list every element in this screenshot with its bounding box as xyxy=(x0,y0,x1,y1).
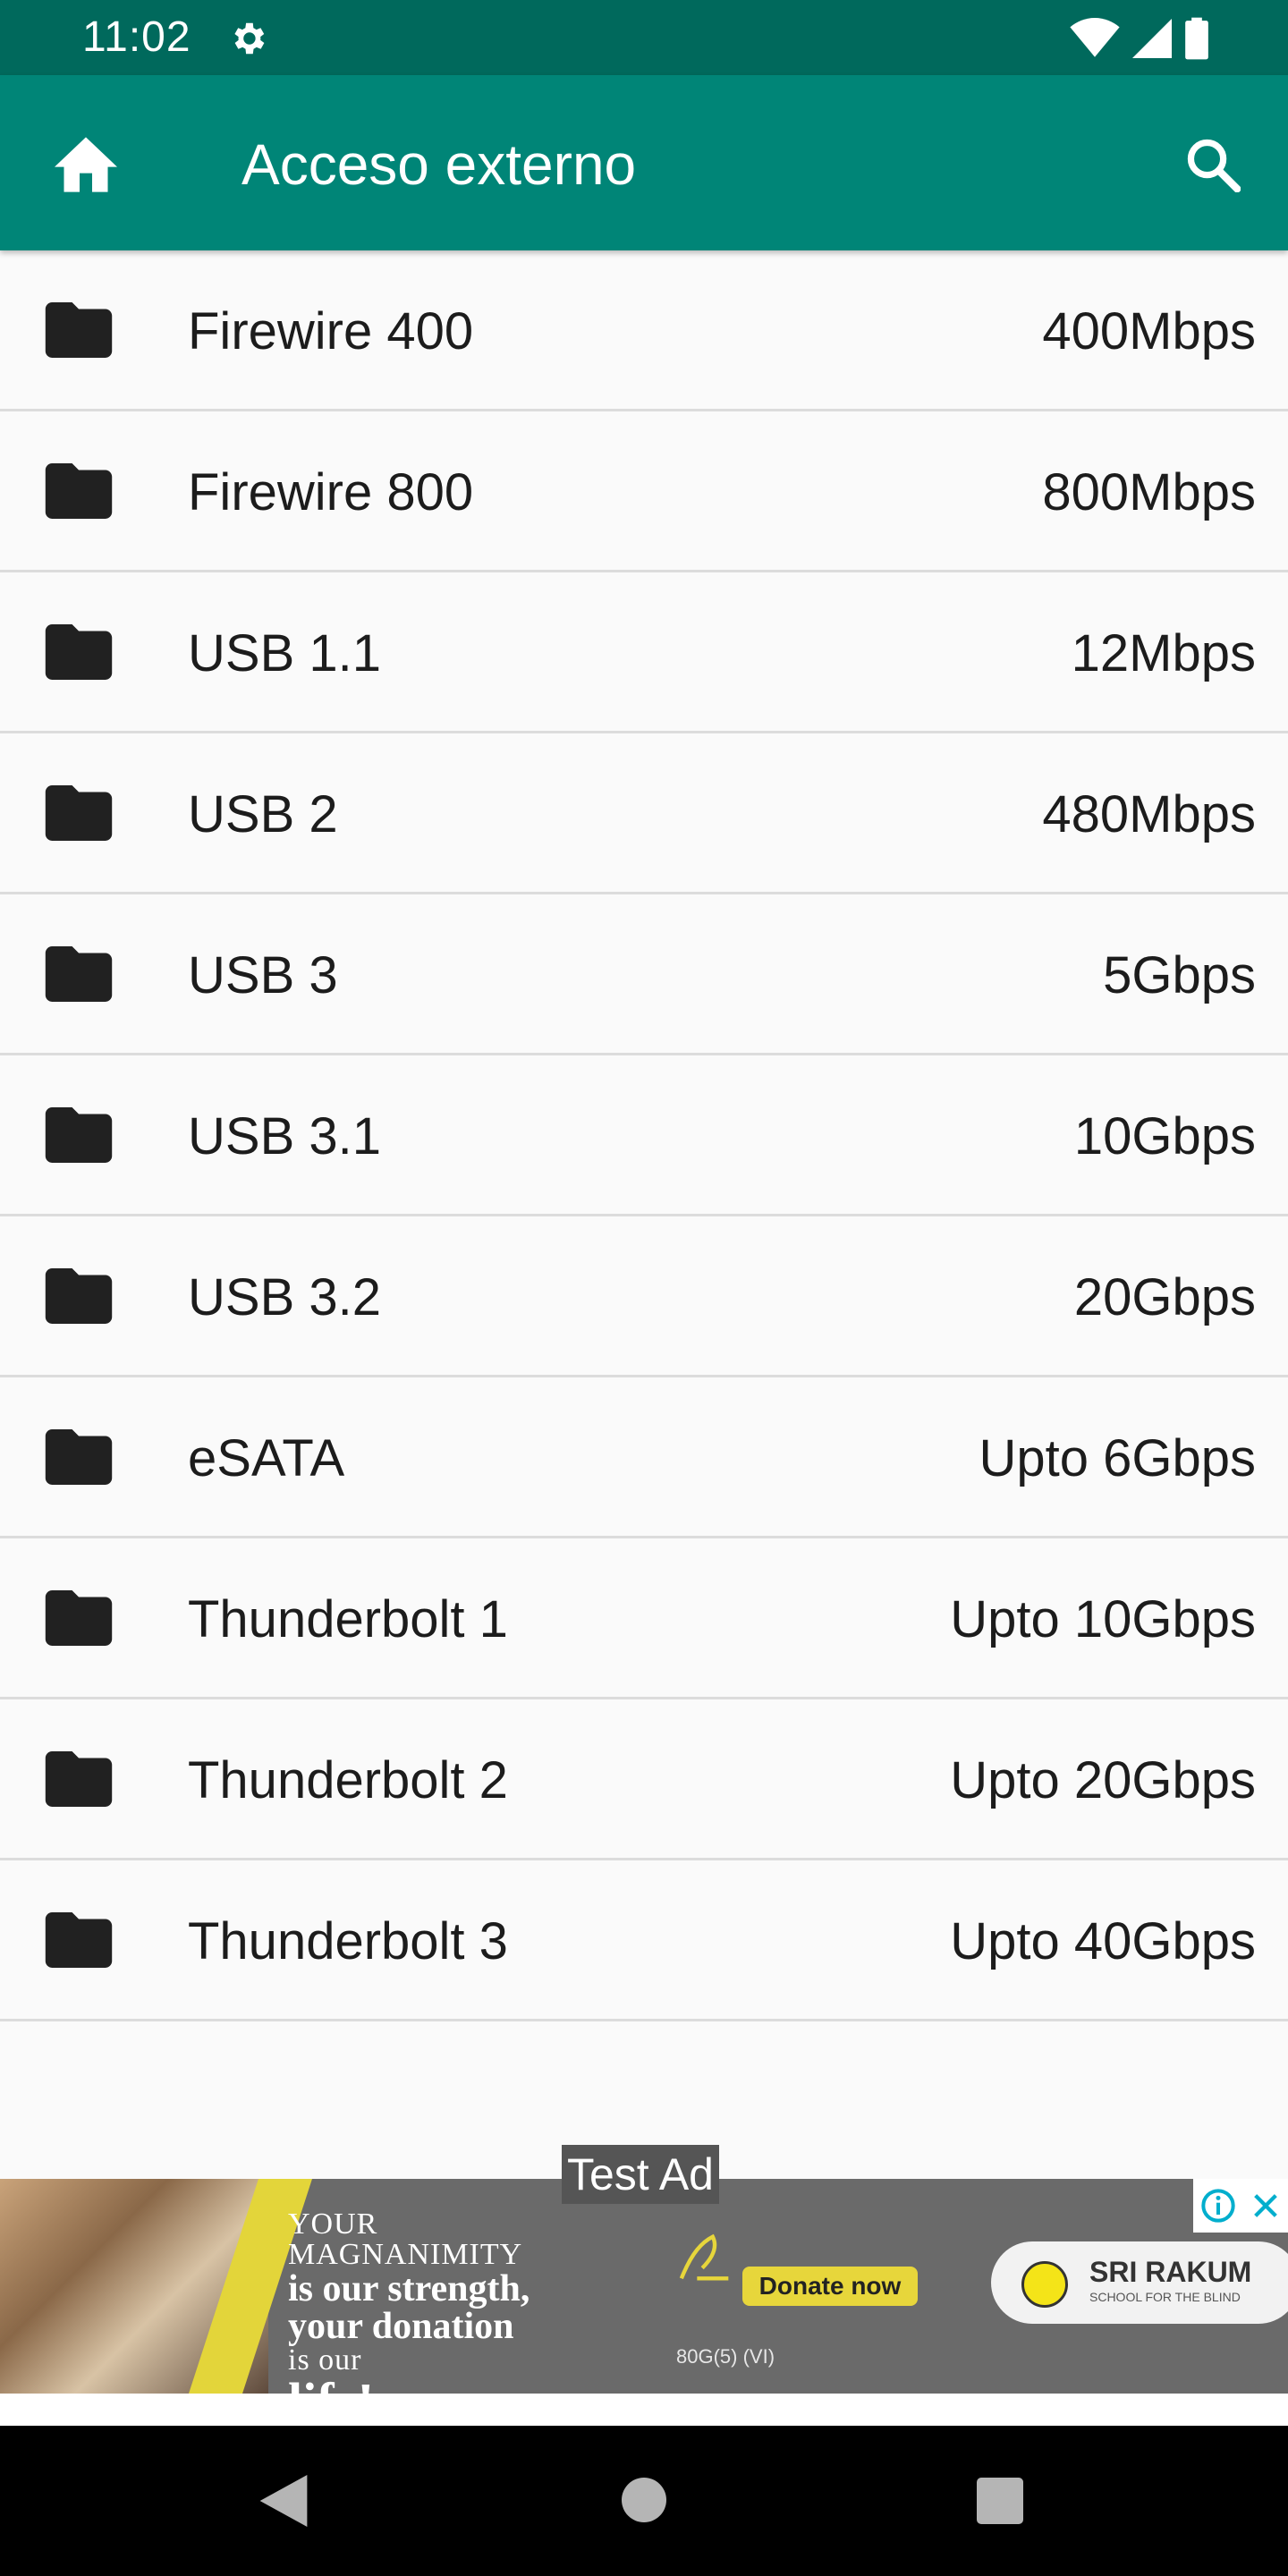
list-item-4[interactable]: USB 3 5Gbps xyxy=(0,894,1288,1055)
list-item-9[interactable]: Thunderbolt 2 Upto 20Gbps xyxy=(0,1699,1288,1860)
search-button[interactable] xyxy=(1177,129,1249,200)
donate-code: 80G(5) (VI) xyxy=(676,2345,775,2368)
list-item-5[interactable]: USB 3.1 10Gbps xyxy=(0,1055,1288,1216)
hands-logo-icon xyxy=(679,2233,729,2281)
recents-icon[interactable] xyxy=(977,2478,1023,2524)
wifi-icon xyxy=(1070,18,1120,57)
item-speed: 10Gbps xyxy=(1073,1107,1256,1165)
battery-icon xyxy=(1185,17,1208,60)
folder-icon xyxy=(45,624,113,680)
home-button[interactable] xyxy=(50,129,122,200)
connection-list: Firewire 400 400Mbps Firewire 800 800Mbp… xyxy=(0,250,1288,2021)
gear-icon xyxy=(234,22,265,55)
item-speed: Upto 10Gbps xyxy=(950,1590,1256,1648)
ad-headline-line-1: YOUR xyxy=(288,2207,378,2241)
item-name: Thunderbolt 2 xyxy=(188,1751,508,1809)
info-icon xyxy=(1201,2189,1235,2223)
folder-icon xyxy=(45,1429,113,1485)
navigation-bar xyxy=(0,2426,1288,2576)
item-speed: 5Gbps xyxy=(1103,946,1256,1004)
ad-headline-line-5: is our xyxy=(288,2343,362,2377)
item-speed: Upto 40Gbps xyxy=(950,1912,1256,1970)
close-icon xyxy=(1254,2194,1277,2217)
folder-icon xyxy=(45,1590,113,1646)
search-icon xyxy=(1187,139,1241,192)
list-item-1[interactable]: Firewire 800 800Mbps xyxy=(0,411,1288,572)
status-icons xyxy=(1070,16,1209,61)
list-item-0[interactable]: Firewire 400 400Mbps xyxy=(0,250,1288,411)
item-speed: 12Mbps xyxy=(1071,624,1256,682)
item-speed: 400Mbps xyxy=(1042,302,1256,360)
status-time: 11:02 xyxy=(82,13,191,61)
ad-headline-line-4: your donation xyxy=(288,2306,514,2347)
app-bar: Acceso externo xyxy=(0,75,1288,250)
sponsor-logo-icon xyxy=(1021,2261,1068,2308)
folder-icon xyxy=(45,1751,113,1807)
sponsor-tagline: SCHOOL FOR THE BLIND xyxy=(1089,2290,1241,2304)
item-name: eSATA xyxy=(188,1429,345,1487)
item-speed: Upto 6Gbps xyxy=(979,1429,1256,1487)
status-bar: 11:02 xyxy=(0,0,1288,75)
donate-now-button[interactable]: Donate now xyxy=(742,2267,918,2306)
item-name: USB 3.1 xyxy=(188,1107,381,1165)
list-item-3[interactable]: USB 2 480Mbps xyxy=(0,733,1288,894)
ad-choices[interactable] xyxy=(1193,2179,1288,2233)
list-item-10[interactable]: Thunderbolt 3 Upto 40Gbps xyxy=(0,1860,1288,2021)
page-title: Acceso externo xyxy=(242,132,637,197)
item-name: USB 2 xyxy=(188,785,338,843)
item-name: USB 3.2 xyxy=(188,1268,381,1326)
sponsor-badge: SRI RAKUM SCHOOL FOR THE BLIND xyxy=(991,2241,1288,2324)
sponsor-name: SRI RAKUM xyxy=(1089,2256,1252,2288)
ad-headline-line-6: life! xyxy=(288,2372,375,2394)
item-name: Firewire 800 xyxy=(188,463,474,521)
list-item-2[interactable]: USB 1.1 12Mbps xyxy=(0,572,1288,733)
item-name: Thunderbolt 1 xyxy=(188,1590,508,1648)
folder-icon xyxy=(45,463,113,519)
folder-icon xyxy=(45,946,113,1002)
folder-icon xyxy=(45,1107,113,1163)
ad-banner[interactable]: YOUR MAGNANIMITY is our strength, your d… xyxy=(0,2179,1288,2394)
folder-icon xyxy=(45,1268,113,1324)
list-item-7[interactable]: eSATA Upto 6Gbps xyxy=(0,1377,1288,1538)
ad-headline-line-2: MAGNANIMITY xyxy=(288,2238,523,2271)
list-item-6[interactable]: USB 3.2 20Gbps xyxy=(0,1216,1288,1377)
ad-headline-line-3: is our strength, xyxy=(288,2268,530,2309)
item-speed: 20Gbps xyxy=(1073,1268,1256,1326)
folder-icon xyxy=(45,785,113,841)
donate-area: Donate now 80G(5) (VI) xyxy=(676,2231,971,2368)
item-name: USB 3 xyxy=(188,946,338,1004)
item-speed: 480Mbps xyxy=(1042,785,1256,843)
signal-icon xyxy=(1132,19,1172,58)
list-item-8[interactable]: Thunderbolt 1 Upto 10Gbps xyxy=(0,1538,1288,1699)
ad-headline: YOUR MAGNANIMITY is our strength, your d… xyxy=(288,2209,664,2394)
folder-icon xyxy=(45,1912,113,1968)
item-name: USB 1.1 xyxy=(188,624,381,682)
folder-icon xyxy=(45,302,113,358)
home-circle-icon[interactable] xyxy=(622,2478,666,2522)
ad-bottom-strip xyxy=(0,2394,1288,2426)
item-speed: Upto 20Gbps xyxy=(950,1751,1256,1809)
home-icon xyxy=(55,137,117,192)
item-name: Firewire 400 xyxy=(188,302,474,360)
item-speed: 800Mbps xyxy=(1042,463,1256,521)
test-ad-label: Test Ad xyxy=(562,2145,719,2204)
item-name: Thunderbolt 3 xyxy=(188,1912,508,1970)
back-icon[interactable] xyxy=(259,2475,308,2527)
